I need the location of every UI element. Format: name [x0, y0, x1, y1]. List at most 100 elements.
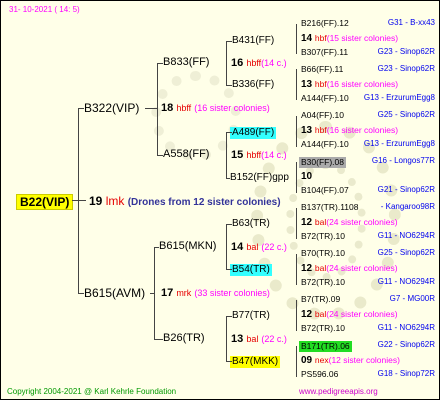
gen3-b54-id[interactable]: B54(TR)	[230, 264, 272, 276]
gen3-b431-id[interactable]: B431(FF)	[232, 36, 274, 46]
gen4-queen-id[interactable]: B307(FF).11	[301, 48, 348, 57]
gen4-bee: hbf	[314, 79, 327, 89]
connector	[157, 155, 163, 156]
connector	[78, 108, 79, 293]
gen1-top-number: 18	[161, 102, 174, 114]
connector	[296, 208, 297, 239]
gen4-queen-id[interactable]: B7(TR).09	[301, 295, 340, 304]
gen4-drone-info: 10	[301, 172, 312, 182]
gen4-bee: hbf	[314, 33, 327, 43]
gen4-number: 13	[301, 79, 313, 90]
gen4-queen-id[interactable]: B66(FF).11	[301, 65, 343, 74]
gen3-b77-id[interactable]: B77(TR)	[232, 311, 270, 321]
gen2-b615mkn-info: 14 bal (22 c.)	[231, 242, 287, 253]
gen4-colonies: (24 sister colonies)	[326, 309, 398, 319]
gen2-b26-bee: bal	[246, 334, 259, 344]
gen4-queen-id[interactable]: B171(TR).06	[299, 341, 352, 352]
gen2-b833-id[interactable]: B833(FF)	[163, 57, 209, 68]
gen4-drone-info: 12 bal(24 sister colonies)	[301, 310, 398, 320]
gen4-number: 10	[301, 171, 313, 182]
gen4-number: 09	[301, 355, 313, 366]
connector	[226, 269, 232, 270]
connector	[296, 24, 297, 54]
gen3-b152-id[interactable]: B152(FF)gpp	[230, 173, 289, 183]
gen4-queen-id[interactable]: B70(TR).10	[301, 249, 345, 258]
gen3-b63-id[interactable]: B63(TR)	[232, 219, 270, 229]
gen4-bee: bal	[314, 309, 327, 319]
gen4-drone-info: 13 hbf(16 sister colonies)	[301, 80, 398, 90]
copyright-text: Copyright 2004-2021 @ Karl Kehrle Founda…	[7, 387, 177, 396]
gen2-b615mkn-id[interactable]: B615(MKN)	[159, 241, 216, 252]
gen4-bee: hbf	[314, 125, 327, 135]
gen4-colonies: (12 sister colonies)	[328, 355, 400, 365]
gen4-breeder-code: G11 - NO6294R	[377, 231, 435, 240]
gen1-top-info: 18 hbff (16 sister colonies)	[161, 103, 270, 114]
gen2-b615mkn-colonies: (22 c.)	[261, 242, 287, 252]
gen4-queen-id[interactable]: B30(FF).08	[299, 157, 346, 168]
gen2-a558-bee: hbff	[246, 150, 262, 160]
gen4-breeder-code: G13 - ErzurumEgg8	[363, 93, 435, 102]
connector	[226, 316, 232, 317]
gen4-number: 12	[301, 217, 313, 228]
root-queen-info: 19 lmk (Drones from 12 sister colonies)	[89, 195, 281, 208]
gen4-number: 13	[301, 125, 313, 136]
root-queen-id[interactable]: B22(VIP)	[16, 194, 74, 210]
gen2-b26-id[interactable]: B26(TR)	[163, 333, 205, 344]
gen4-queen-id[interactable]: A04(FF).10	[301, 111, 344, 120]
gen4-queen-id[interactable]: B72(TR).10	[301, 232, 345, 241]
gen4-bee: bal	[314, 263, 327, 273]
gen4-queen-id[interactable]: A144(FF).10	[301, 140, 349, 149]
gen3-b47-id[interactable]: B47(MKK)	[230, 356, 281, 368]
gen4-breeder-code: G22 - Sinop62R	[377, 340, 435, 349]
gen4-breeder-code: - Kangaroo98R	[380, 202, 435, 211]
connector	[226, 224, 232, 225]
gen2-b833-info: 16 hbff(14 c.)	[231, 58, 287, 69]
gen4-breeder-code: G25 - Sinop62R	[377, 110, 435, 119]
gen2-b833-number: 16	[231, 57, 244, 69]
gen4-drone-info: 12 bal(24 sister colonies)	[301, 264, 398, 274]
gen4-breeder-code: G11 - NO6294R	[377, 323, 435, 332]
connector	[157, 63, 163, 64]
gen4-drone-info: 09 nex(12 sister colonies)	[301, 356, 400, 366]
gen1-top-id[interactable]: B322(VIP)	[84, 102, 139, 114]
gen4-colonies: (16 sister colonies)	[326, 125, 399, 135]
gen3-a489-id[interactable]: A489(FF)	[230, 127, 277, 139]
gen3-b336-id[interactable]: B336(FF)	[232, 80, 274, 90]
gen1-bottom-bee: mrk	[176, 288, 192, 298]
gen4-queen-id[interactable]: B72(TR).10	[301, 324, 345, 333]
gen4-colonies: (24 sister colonies)	[326, 217, 398, 227]
gen4-colonies: (16 sister colonies)	[326, 79, 399, 89]
gen4-breeder-code: G23 - Sinop62R	[377, 64, 435, 73]
connector	[226, 132, 227, 179]
gen2-a558-info: 15 hbff(14 c.)	[231, 150, 287, 161]
gen4-colonies: (15 sister colonies)	[326, 33, 399, 43]
connector	[78, 293, 84, 294]
gen1-bottom-colonies: (33 sister colonies)	[194, 288, 270, 298]
gen2-a558-id[interactable]: A558(FF)	[163, 149, 209, 160]
date-stamp: 31- 10-2021 ( 14: 5)	[9, 5, 80, 14]
connector	[296, 116, 297, 147]
connector	[226, 178, 230, 179]
connector	[154, 247, 155, 339]
gen4-drone-info: 14 hbf(15 sister colonies)	[301, 34, 398, 44]
site-link[interactable]: www.pedigreeapis.org	[299, 388, 378, 396]
gen4-queen-id[interactable]: B104(FF).07	[301, 186, 349, 195]
gen2-b26-number: 13	[231, 333, 244, 345]
gen4-queen-id[interactable]: B72(TR).10	[301, 278, 345, 287]
root-bee-name: lmk	[105, 194, 125, 208]
gen2-b26-colonies: (22 c.)	[261, 334, 287, 344]
gen2-b833-colonies: (14 c.)	[261, 58, 287, 68]
gen4-queen-id[interactable]: B216(FF).12	[301, 19, 349, 28]
connector	[154, 247, 159, 248]
connector	[226, 85, 232, 86]
gen1-bottom-id[interactable]: B615(AVM)	[84, 287, 145, 299]
connector	[296, 300, 297, 331]
gen4-queen-id[interactable]: A144(FF).10	[301, 94, 349, 103]
gen4-queen-id[interactable]: PS596.06	[301, 370, 338, 379]
connector	[154, 339, 163, 340]
gen4-queen-id[interactable]: B137(TR).1108	[301, 203, 358, 212]
gen4-breeder-code: G31 - B-xx43	[387, 18, 435, 27]
gen2-b833-bee: hbff	[246, 58, 262, 68]
connector	[226, 132, 232, 133]
gen4-drone-info: 12 bal(24 sister colonies)	[301, 218, 398, 228]
